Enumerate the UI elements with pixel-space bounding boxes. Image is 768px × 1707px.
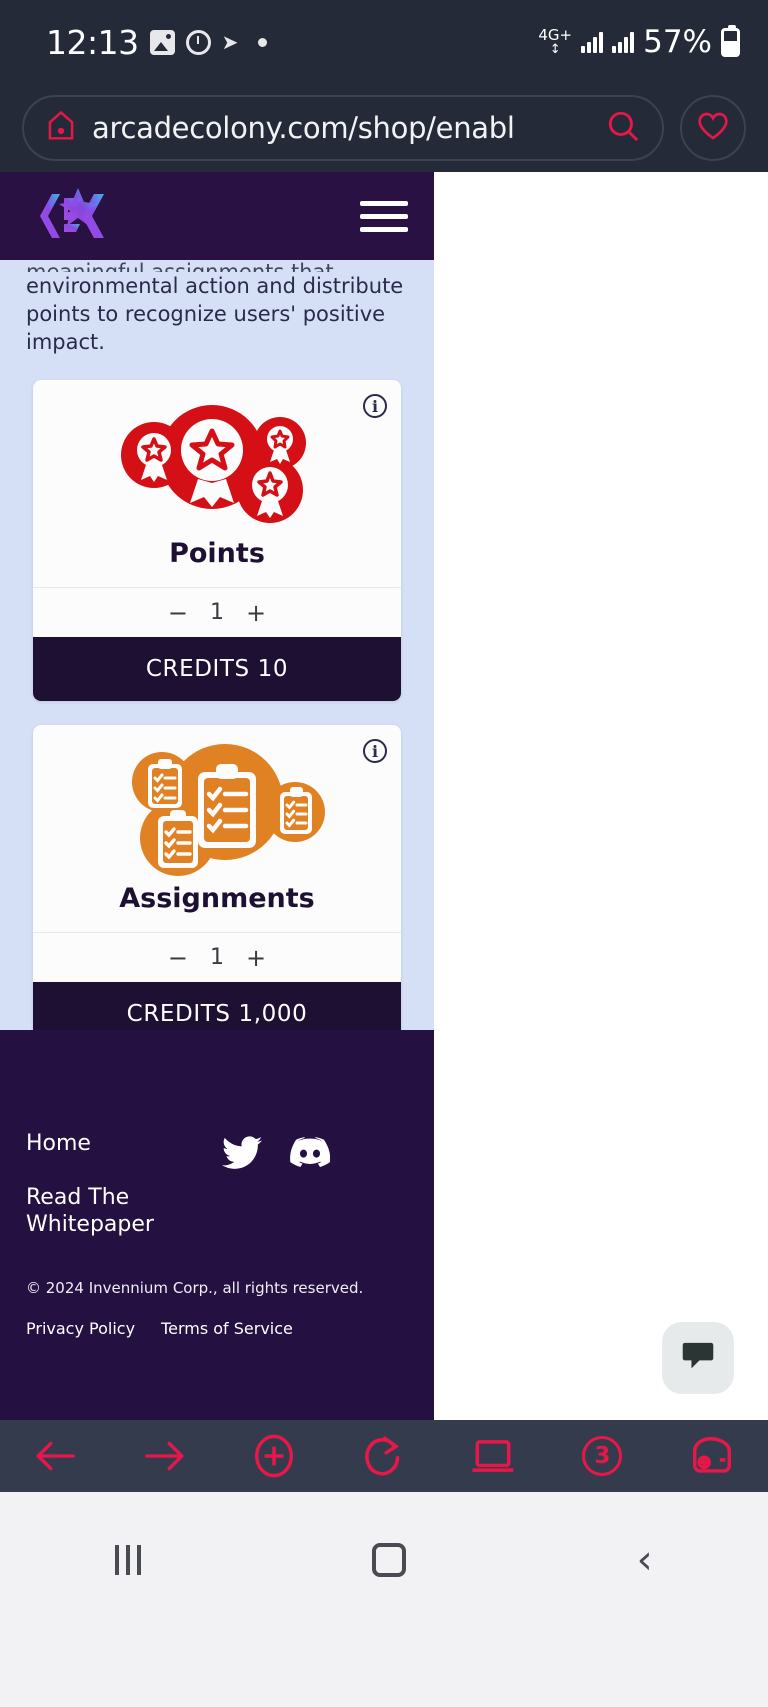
legal-links: Privacy Policy Terms of Service: [26, 1319, 408, 1338]
clipboard-checklist-icon: [33, 725, 401, 877]
copyright-text: © 2024 Invennium Corp., all rights reser…: [26, 1278, 364, 1297]
favorite-button[interactable]: [680, 95, 746, 161]
privacy-policy-link[interactable]: Privacy Policy: [26, 1319, 135, 1338]
data-arrows-icon: ↕: [549, 42, 561, 57]
home-square-icon[interactable]: [371, 1542, 406, 1577]
arcade-colony-logo[interactable]: [34, 184, 112, 248]
android-navigation-bar: ‹: [0, 1492, 768, 1707]
increment-button[interactable]: +: [246, 944, 266, 972]
intro-text: environmental action and distribute poin…: [26, 274, 404, 355]
quantity-stepper[interactable]: − 1 +: [33, 587, 401, 637]
quantity-value: 1: [210, 600, 224, 626]
hamburger-menu-icon[interactable]: [360, 200, 408, 232]
terms-of-service-link[interactable]: Terms of Service: [161, 1319, 293, 1338]
discord-icon[interactable]: [290, 1136, 331, 1174]
credits-button[interactable]: CREDITS 10: [33, 637, 401, 702]
url-input-container[interactable]: arcadecolony.com/shop/enabl: [22, 95, 664, 161]
recent-apps-icon[interactable]: [115, 1544, 142, 1575]
footer-social-links: [222, 1130, 408, 1174]
decrement-button[interactable]: −: [168, 599, 188, 627]
intro-clipped-line: meaningful assignments that inspire: [26, 260, 334, 272]
product-card-assignments[interactable]: i Assignments − 1 + CREDITS 1,000: [33, 725, 401, 1047]
dot-icon: [257, 37, 267, 47]
signal-bars-icon-1: [581, 31, 604, 53]
increment-button[interactable]: +: [246, 599, 266, 627]
browser-url-bar: arcadecolony.com/shop/enabl: [0, 84, 768, 172]
arrow-right-icon[interactable]: [144, 1440, 186, 1472]
photo-icon: [149, 29, 175, 55]
product-title: Points: [169, 538, 265, 570]
chat-widget-button[interactable]: [662, 1322, 734, 1394]
product-title: Assignments: [119, 883, 315, 915]
laptop-icon[interactable]: [471, 1438, 515, 1474]
product-card-points[interactable]: i Points − 1 + CREDITS 10: [33, 380, 401, 702]
status-clock: 12:13: [46, 22, 139, 62]
decrement-button[interactable]: −: [168, 944, 188, 972]
tab-count-icon[interactable]: 3: [582, 1436, 623, 1476]
home-icon[interactable]: [46, 110, 76, 146]
footer-top-row: Home Read The Whitepaper: [26, 1130, 408, 1265]
reload-icon[interactable]: [363, 1435, 403, 1477]
alarm-clock-icon: [185, 29, 211, 55]
intro-text-block: meaningful assignments that inspire envi…: [0, 252, 434, 356]
battery-percent: 57%: [643, 24, 712, 60]
network-type-label: 4G+: [538, 26, 573, 44]
footer-link-whitepaper[interactable]: Read The Whitepaper: [26, 1184, 186, 1239]
browser-bottom-toolbar: 3: [0, 1420, 768, 1492]
award-medals-icon: [33, 380, 401, 532]
signal-bars-icon-2: [612, 31, 635, 53]
quantity-value: 1: [210, 945, 224, 971]
footer-link-home[interactable]: Home: [26, 1130, 186, 1158]
status-bar-left: 12:13 ➤: [46, 23, 267, 62]
footer-links: Home Read The Whitepaper: [26, 1130, 186, 1265]
wallet-icon[interactable]: [690, 1437, 734, 1475]
twitter-icon[interactable]: [222, 1136, 262, 1174]
battery-icon: [721, 24, 740, 57]
url-text[interactable]: arcadecolony.com/shop/enabl: [92, 111, 590, 145]
network-type-icon: 4G+ ↕: [538, 26, 573, 57]
status-bar-right: 4G+ ↕ 57%: [538, 24, 740, 60]
page-viewport: meaningful assignments that inspire envi…: [0, 172, 768, 1420]
back-chevron-icon[interactable]: ‹: [637, 1540, 653, 1580]
site-footer: Home Read The Whitepaper © 2024 Invenniu…: [0, 1030, 434, 1420]
website-content: meaningful assignments that inspire envi…: [0, 172, 434, 1420]
paper-plane-icon: ➤: [221, 29, 239, 54]
search-icon[interactable]: [606, 109, 640, 147]
arrow-left-icon[interactable]: [34, 1440, 76, 1472]
android-status-bar: 12:13 ➤ 4G+ ↕ 57%: [0, 0, 768, 84]
chat-bubble-icon: [680, 1340, 716, 1376]
heart-icon: [697, 111, 729, 145]
plus-circle-icon[interactable]: [253, 1434, 295, 1478]
site-header: [0, 172, 434, 260]
quantity-stepper[interactable]: − 1 +: [33, 932, 401, 982]
